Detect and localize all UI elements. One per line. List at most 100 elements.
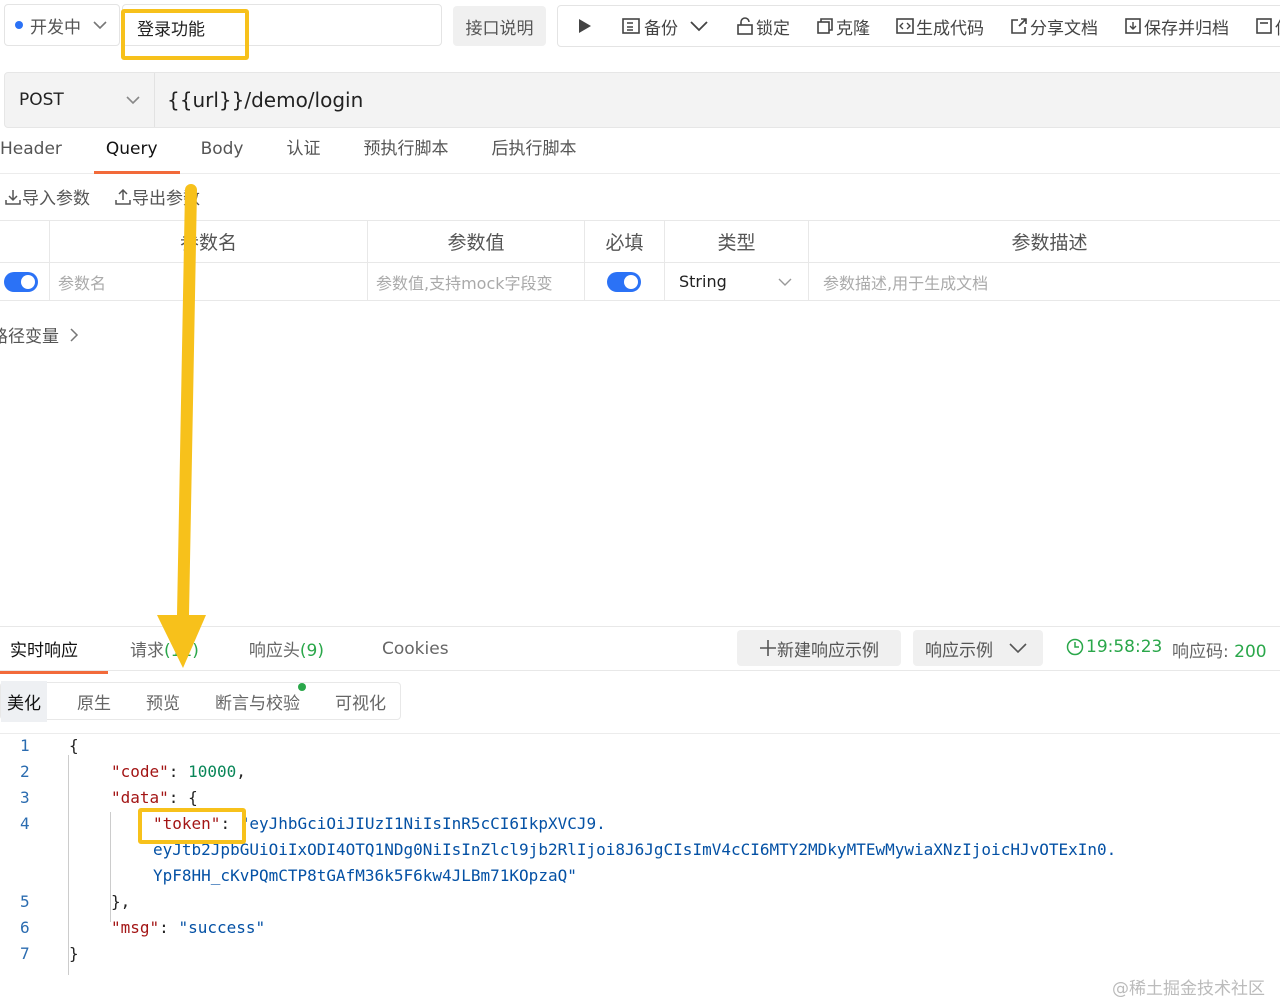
param-actions: 导入参数 导出参数 xyxy=(4,184,224,209)
import-params-button[interactable]: 导入参数 xyxy=(4,184,90,209)
param-name-input[interactable]: 参数名 xyxy=(50,263,368,300)
tab-header[interactable]: Header xyxy=(0,139,62,173)
line-number: 1 xyxy=(20,736,30,755)
status-label: 开发中 xyxy=(30,17,81,38)
required-toggle[interactable] xyxy=(607,271,641,292)
save-archive-button[interactable]: 保存并归档 xyxy=(1124,14,1229,39)
new-response-example-button[interactable]: 新建响应示例 xyxy=(737,630,901,666)
response-status: 响应码: 200 xyxy=(1172,637,1267,662)
tab-auth[interactable]: 认证 xyxy=(287,134,321,173)
method-select[interactable]: POST xyxy=(5,73,155,127)
json-line-msg: "msg": "success" xyxy=(111,918,266,937)
lock-icon xyxy=(737,17,753,35)
tab-post-script[interactable]: 后执行脚本 xyxy=(492,134,577,173)
generate-code-button[interactable]: 生成代码 xyxy=(896,14,984,39)
tab-body[interactable]: Body xyxy=(201,139,244,173)
path-vars-label: 路径变量 xyxy=(0,327,59,347)
enable-toggle[interactable] xyxy=(4,271,38,292)
backup-label: 备份 xyxy=(644,18,678,39)
json-value-code: 10000 xyxy=(188,762,237,781)
clone-button[interactable]: 克隆 xyxy=(816,14,870,39)
code-icon xyxy=(896,18,914,34)
line-number: 2 xyxy=(20,762,30,781)
api-doc-button[interactable]: 接口说明 xyxy=(453,6,546,46)
tab-response-headers[interactable]: 响应头(9) xyxy=(249,636,324,661)
share-doc-label: 分享文档 xyxy=(1030,18,1098,39)
highlight-box-token xyxy=(138,808,246,844)
json-line-data: "data": { xyxy=(111,788,198,807)
json-close: } xyxy=(69,944,79,963)
view-tab-preview[interactable]: 预览 xyxy=(146,689,180,714)
response-body[interactable]: 1 2 3 4 5 6 7 { "code": 10000, "data": {… xyxy=(0,733,1280,1002)
save-icon xyxy=(1256,18,1272,34)
save-label: 保 xyxy=(1275,14,1280,39)
export-params-button[interactable]: 导出参数 xyxy=(114,184,200,209)
lock-button[interactable]: 锁定 xyxy=(736,14,790,39)
enable-cell xyxy=(0,263,50,300)
param-table: 参数名 参数值 必填 类型 参数描述 参数名 参数值,支持mock字段变 Str… xyxy=(0,220,1280,301)
json-key-code: "code" xyxy=(111,762,169,781)
method-label: POST xyxy=(19,90,64,110)
tab-request[interactable]: 请求(12) xyxy=(130,636,199,661)
chevron-down-icon xyxy=(126,96,140,105)
view-tab-assertions[interactable]: 断言与校验 xyxy=(215,682,306,714)
json-key-msg: "msg" xyxy=(111,918,160,937)
archive-icon xyxy=(1125,18,1141,34)
line-number: 4 xyxy=(20,814,30,833)
tab-live-response[interactable]: 实时响应 xyxy=(0,636,108,674)
indent-guide xyxy=(68,755,69,975)
path-vars-toggle[interactable]: 路径变量 xyxy=(0,322,79,347)
json-line-code: "code": 10000, xyxy=(111,762,246,781)
clock-icon xyxy=(1066,638,1084,656)
json-value-token-part3: YpF8HH_cKvPQmCTP8tGAfM36k5F6kw4JLBm71KOp… xyxy=(153,866,577,885)
header-cell-required: 必填 xyxy=(585,221,665,262)
backup-button[interactable]: 备份 xyxy=(622,14,710,39)
header-cell-toggle xyxy=(0,221,50,262)
tab-query[interactable]: Query xyxy=(93,139,180,174)
url-input[interactable]: {{url}}/demo/login xyxy=(155,88,363,112)
json-data-close: }, xyxy=(111,892,131,911)
status-select[interactable]: 开发中 xyxy=(4,4,120,46)
save-button[interactable]: 保 xyxy=(1255,14,1280,39)
header-cell-type: 类型 xyxy=(665,221,809,262)
param-value-input[interactable]: 参数值,支持mock字段变 xyxy=(368,263,585,300)
response-example-select[interactable]: 响应示例 xyxy=(913,630,1043,666)
line-number: 6 xyxy=(20,918,30,937)
view-tab-pretty[interactable]: 美化 xyxy=(1,680,47,722)
param-desc-input[interactable]: 参数描述,用于生成文档 xyxy=(809,263,1280,300)
chevron-down-icon[interactable] xyxy=(690,20,708,32)
tab-pre-script[interactable]: 预执行脚本 xyxy=(364,134,449,173)
run-button[interactable] xyxy=(578,18,594,34)
play-icon xyxy=(579,19,591,33)
save-archive-label: 保存并归档 xyxy=(1144,18,1229,39)
response-code-value: 200 xyxy=(1234,642,1267,662)
upload-icon xyxy=(115,188,131,205)
tab-headers-label: 响应头 xyxy=(248,641,300,661)
chevron-down-icon xyxy=(778,278,792,286)
url-bar: POST {{url}}/demo/login xyxy=(4,72,1280,128)
lock-label: 锁定 xyxy=(756,18,790,39)
new-response-example-label: 新建响应示例 xyxy=(777,640,879,661)
share-doc-button[interactable]: 分享文档 xyxy=(1010,14,1098,39)
view-tab-raw[interactable]: 原生 xyxy=(77,689,111,714)
clone-icon xyxy=(817,18,833,34)
view-tab-visualize[interactable]: 可视化 xyxy=(335,689,386,714)
export-params-label: 导出参数 xyxy=(132,189,200,209)
response-example-label: 响应示例 xyxy=(925,640,993,661)
action-bar: 备份 锁定 克隆 生成代码 分享文档 保存并归档 保 xyxy=(557,5,1280,47)
request-tabs: Header Query Body 认证 预执行脚本 后执行脚本 xyxy=(0,130,1280,174)
line-number: 7 xyxy=(20,944,30,963)
status-dot xyxy=(298,682,306,691)
type-select[interactable]: String xyxy=(665,263,809,300)
header-cell-desc: 参数描述 xyxy=(1011,232,1088,254)
view-mode-tabs: 美化 原生 预览 断言与校验 可视化 xyxy=(0,680,401,722)
tab-request-count: (12) xyxy=(164,641,199,661)
tab-headers-count: (9) xyxy=(299,641,324,661)
tab-cookies[interactable]: Cookies xyxy=(382,639,449,659)
table-row: 参数名 参数值,支持mock字段变 String 参数描述,用于生成文档 xyxy=(0,263,1280,301)
plus-icon xyxy=(760,640,776,656)
response-time: 19:58:23 xyxy=(1066,637,1162,657)
download-icon xyxy=(5,189,21,205)
line-number: 5 xyxy=(20,892,30,911)
backup-icon xyxy=(622,18,640,34)
